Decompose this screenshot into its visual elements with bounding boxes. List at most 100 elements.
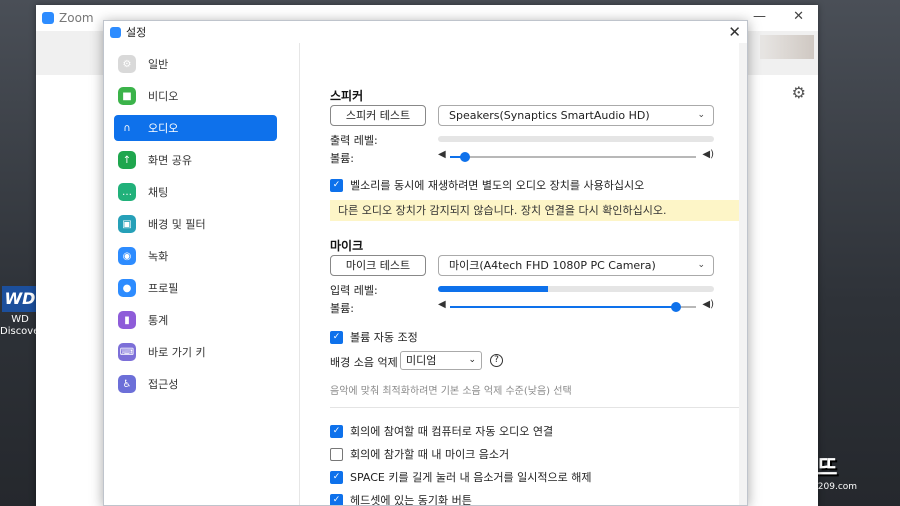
audio-option-label: 회의에 참가할 때 내 마이크 음소거	[350, 448, 510, 461]
minimize-icon[interactable]: —	[753, 9, 766, 24]
slider-track	[450, 302, 696, 312]
scrollbar[interactable]	[739, 43, 747, 505]
sidebar-item-keyboard[interactable]: ⌨ 바로 가기 키	[114, 339, 277, 365]
sidebar-item-profile[interactable]: ● 프로필	[114, 275, 277, 301]
volume-low-icon: ◀	[438, 299, 446, 310]
share-screen-icon: ↑	[118, 151, 136, 169]
noise-suppression-value: 미디엄	[406, 354, 437, 367]
settings-dialog: 설정 ✕ ⚙ 일반 ■ 비디오 ∩ 오디오 ↑ 화면 공유 … 채팅 ▣ 배경 및 필터 ◉ 녹화 ● 프로필…	[103, 20, 748, 506]
chevron-down-icon: ⌄	[468, 355, 476, 365]
mic-test-button[interactable]: 마이크 테스트	[330, 255, 426, 276]
speaker-device-value: Speakers(Synaptics SmartAudio HD)	[449, 109, 650, 122]
sidebar-item-video[interactable]: ■ 비디오	[114, 83, 277, 109]
checkbox-checked-icon: ✓	[330, 424, 343, 438]
gear-icon: ⚙	[118, 55, 136, 73]
speaker-device-select[interactable]: Speakers(Synaptics SmartAudio HD) ⌄	[438, 105, 714, 126]
input-level-meter	[438, 286, 714, 292]
checkbox-checked-icon: ✓	[330, 493, 343, 505]
sidebar-item-label: 배경 및 필터	[148, 218, 206, 231]
desktop-shortcut-label: WD	[11, 314, 29, 325]
sidebar-item-label: 녹화	[148, 250, 169, 263]
audio-option-checkbox[interactable]: 회의에 참가할 때 내 마이크 음소거	[330, 446, 509, 462]
sidebar-item-accessibility[interactable]: ♿ 접근성	[114, 371, 277, 397]
wd-logo-icon: WD	[2, 286, 38, 312]
chevron-down-icon: ⌄	[697, 110, 705, 120]
sidebar-item-label: 접근성	[148, 378, 179, 391]
close-icon[interactable]: ✕	[728, 23, 741, 41]
auto-volume-checkbox[interactable]: ✓ 볼륨 자동 조정	[330, 329, 418, 345]
volume-low-icon: ◀	[438, 149, 446, 160]
sidebar-item-stats[interactable]: ▮ 통계	[114, 307, 277, 333]
audio-option-label: SPACE 키를 길게 눌러 내 음소거를 일시적으로 해제	[350, 471, 592, 484]
background-icon: ▣	[118, 215, 136, 233]
checkbox-unchecked-icon	[330, 447, 343, 461]
zoom-logo-icon	[110, 26, 121, 38]
mic-device-select[interactable]: 마이크(A4tech FHD 1080P PC Camera) ⌄	[438, 255, 714, 276]
checkbox-checked-icon: ✓	[330, 470, 343, 484]
noise-suppression-hint: 음악에 맞춰 최적화하려면 기본 소음 억제 수준(낮음) 선택	[330, 386, 572, 397]
zoom-logo-icon	[42, 12, 54, 24]
speaker-volume-slider[interactable]: ◀ ◀)	[438, 149, 714, 163]
settings-title-bar: 설정	[104, 21, 747, 43]
mic-heading: 마이크	[330, 239, 364, 253]
sidebar-item-gear[interactable]: ⚙ 일반	[114, 51, 277, 77]
sidebar-item-headphones[interactable]: ∩ 오디오	[114, 115, 277, 141]
sidebar-item-label: 프로필	[148, 282, 179, 295]
keyboard-icon: ⌨	[118, 343, 136, 361]
chat-icon: …	[118, 183, 136, 201]
volume-high-icon: ◀)	[702, 299, 714, 310]
sidebar-item-chat[interactable]: … 채팅	[114, 179, 277, 205]
audio-option-checkbox[interactable]: ✓ 회의에 참여할 때 컴퓨터로 자동 오디오 연결	[330, 423, 553, 439]
audio-option-checkbox[interactable]: ✓ SPACE 키를 길게 눌러 내 음소거를 일시적으로 해제	[330, 469, 592, 485]
volume-high-icon: ◀)	[702, 149, 714, 160]
settings-gear-icon[interactable]: ⚙	[792, 83, 806, 102]
noise-suppression-label: 배경 소음 억제	[330, 356, 398, 369]
noise-suppression-select[interactable]: 미디엄 ⌄	[400, 351, 482, 370]
sidebar-item-share-screen[interactable]: ↑ 화면 공유	[114, 147, 277, 173]
avatar[interactable]	[760, 35, 814, 59]
mic-volume-slider[interactable]: ◀ ◀)	[438, 299, 714, 313]
profile-icon: ●	[118, 279, 136, 297]
input-level-fill	[438, 286, 549, 292]
sidebar-item-label: 일반	[148, 58, 169, 71]
input-level-label: 입력 레벨:	[330, 284, 378, 297]
mic-device-value: 마이크(A4tech FHD 1080P PC Camera)	[449, 259, 656, 272]
video-icon: ■	[118, 87, 136, 105]
sidebar-item-label: 비디오	[148, 90, 179, 103]
ringtone-device-label: 벨소리를 동시에 재생하려면 별도의 오디오 장치를 사용하십시오	[350, 179, 645, 192]
desktop-shortcut-label-2: Discover	[0, 326, 44, 337]
sidebar-item-background[interactable]: ▣ 배경 및 필터	[114, 211, 277, 237]
checkbox-checked-icon: ✓	[330, 178, 343, 192]
accessibility-icon: ♿	[118, 375, 136, 393]
record-icon: ◉	[118, 247, 136, 265]
sidebar-item-record[interactable]: ◉ 녹화	[114, 243, 277, 269]
ringtone-device-checkbox[interactable]: ✓ 벨소리를 동시에 재생하려면 별도의 오디오 장치를 사용하십시오	[330, 177, 644, 193]
headphones-icon: ∩	[123, 122, 131, 134]
help-icon[interactable]: ?	[490, 354, 503, 367]
settings-sidebar: ⚙ 일반 ■ 비디오 ∩ 오디오 ↑ 화면 공유 … 채팅 ▣ 배경 및 필터 ◉ 녹화 ● 프로필 ▮ 통계 ⌨ 바…	[104, 43, 300, 505]
window-close-icon[interactable]: ✕	[793, 9, 804, 24]
sidebar-item-label: 화면 공유	[148, 154, 192, 167]
zoom-window-title: Zoom	[59, 11, 94, 25]
auto-volume-label: 볼륨 자동 조정	[350, 331, 418, 344]
slider-thumb[interactable]	[671, 302, 682, 312]
slider-track	[450, 152, 696, 162]
audio-option-checkbox[interactable]: ✓ 헤드셋에 있는 동기화 버튼	[330, 492, 472, 505]
desktop-shortcut-wd-discovery[interactable]: WD WD Discover	[0, 286, 44, 338]
speaker-heading: 스피커	[330, 89, 364, 103]
audio-option-label: 회의에 참여할 때 컴퓨터로 자동 오디오 연결	[350, 425, 554, 438]
slider-fill	[450, 306, 677, 308]
section-divider	[330, 407, 739, 408]
chevron-down-icon: ⌄	[697, 260, 705, 270]
slider-thumb[interactable]	[459, 152, 470, 162]
sidebar-item-label: 바로 가기 키	[148, 346, 206, 359]
stats-icon: ▮	[118, 311, 136, 329]
mic-volume-label: 볼륨:	[330, 302, 354, 315]
settings-title: 설정	[126, 26, 147, 39]
sidebar-item-label: 통계	[148, 314, 169, 327]
audio-settings-panel: 스피커 스피커 테스트 Speakers(Synaptics SmartAudi…	[300, 43, 739, 505]
sidebar-item-label: 채팅	[148, 186, 169, 199]
output-level-label: 출력 레벨:	[330, 134, 378, 147]
no-device-warning: 다른 오디오 장치가 감지되지 않습니다. 장치 연결을 다시 확인하십시오.	[330, 200, 739, 221]
speaker-test-button[interactable]: 스피커 테스트	[330, 105, 426, 126]
